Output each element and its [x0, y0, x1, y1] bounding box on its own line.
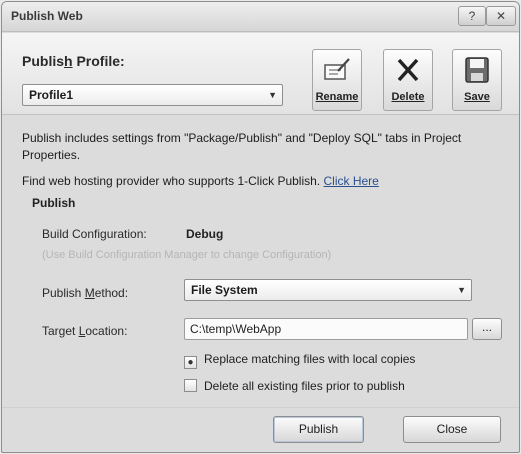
publish-method-label: Publish Method: — [42, 286, 129, 300]
rename-label: Rename — [315, 91, 359, 103]
delete-icon — [384, 56, 432, 86]
replace-matching-files-label: Replace matching files with local copies — [204, 352, 416, 366]
publish-profile-value: Profile1 — [29, 88, 74, 102]
replace-matching-files-option[interactable]: ● Replace matching files with local copie… — [184, 352, 415, 369]
footer-divider — [2, 407, 519, 408]
delete-existing-files-label: Delete all existing files prior to publi… — [204, 379, 405, 393]
publish-section-title: Publish — [32, 196, 76, 210]
target-location-label: Target Location: — [42, 324, 128, 338]
delete-button[interactable]: Delete — [383, 49, 433, 111]
replace-matching-files-radio[interactable]: ● — [184, 356, 197, 369]
title-bar: Publish Web ? ✕ — [2, 2, 519, 32]
browse-button[interactable]: ... — [472, 318, 502, 340]
chevron-down-icon: ▼ — [268, 90, 277, 100]
publish-method-dropdown[interactable]: File System ▼ — [184, 279, 472, 301]
delete-existing-files-checkbox[interactable] — [184, 379, 197, 392]
target-location-input[interactable]: C:\temp\WebApp — [184, 318, 468, 340]
publish-profile-label: Publish Profile: — [22, 53, 125, 69]
build-configuration-value: Debug — [186, 227, 224, 241]
profile-area: Publish Profile: Profile1 ▼ Rename Delet… — [2, 33, 519, 115]
delete-existing-files-option[interactable]: Delete all existing files prior to publi… — [184, 379, 405, 393]
save-icon — [453, 56, 501, 86]
window-title: Publish Web — [11, 9, 83, 23]
hosting-note-text: Find web hosting provider who supports 1… — [22, 174, 321, 188]
chevron-down-icon: ▼ — [457, 285, 466, 295]
window-close-button[interactable]: ✕ — [486, 6, 516, 26]
click-here-link[interactable]: Click Here — [324, 174, 379, 188]
publish-button[interactable]: Publish — [273, 416, 364, 443]
save-button[interactable]: Save — [452, 49, 502, 111]
rename-button[interactable]: Rename — [312, 49, 362, 111]
publish-profile-dropdown[interactable]: Profile1 ▼ — [22, 84, 283, 106]
settings-note: Publish includes settings from "Package/… — [22, 131, 462, 162]
help-button[interactable]: ? — [458, 6, 486, 26]
rename-icon — [313, 56, 361, 86]
build-configuration-label: Build Configuration: — [42, 227, 147, 241]
close-button[interactable]: Close — [403, 416, 501, 443]
delete-label: Delete — [391, 91, 425, 103]
save-label: Save — [464, 91, 490, 103]
hosting-note: Find web hosting provider who supports 1… — [22, 174, 512, 188]
build-configuration-hint: (Use Build Configuration Manager to chan… — [42, 249, 332, 261]
publish-method-value: File System — [191, 283, 258, 297]
publish-web-dialog: Publish Web ? ✕ Publish Profile: Profile… — [1, 1, 520, 453]
